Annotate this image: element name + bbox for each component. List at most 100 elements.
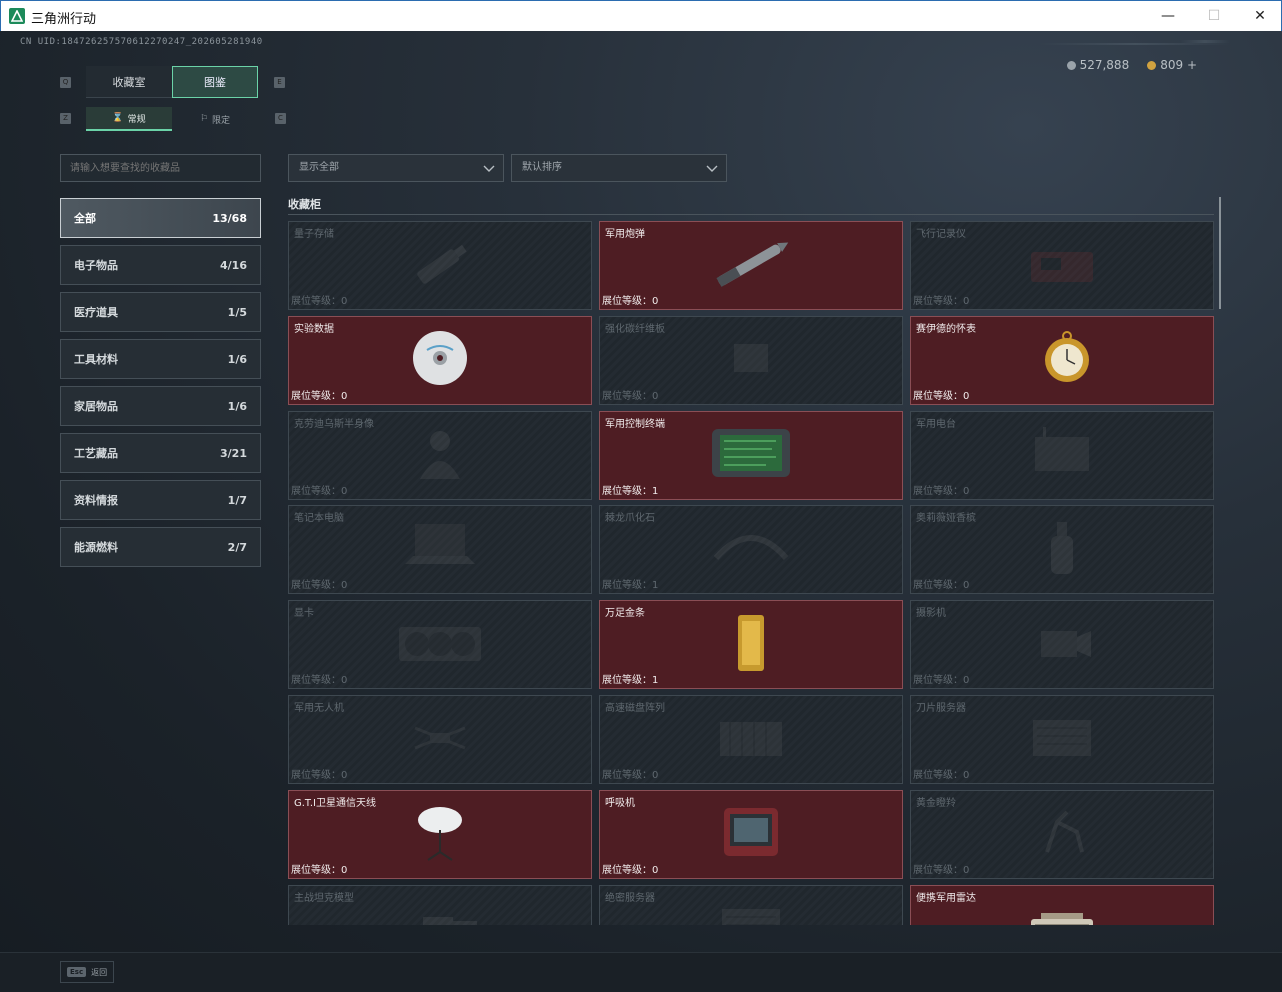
- category-item[interactable]: 工艺藏品 3/21: [60, 433, 261, 473]
- collection-card[interactable]: 呼吸机展位等级：0: [599, 789, 903, 879]
- level-prefix: 展位等级：: [291, 864, 341, 876]
- close-button[interactable]: ✕: [1237, 1, 1282, 31]
- disc-icon: [395, 328, 485, 392]
- disk-array-icon: [706, 708, 796, 772]
- item-name: G.T.I卫星通信天线: [294, 797, 376, 809]
- collection-card[interactable]: 显卡 展位等级：0: [288, 600, 592, 690]
- collection-card[interactable]: 万足金条 展位等级：1: [599, 600, 903, 690]
- item-level: 展位等级：0: [602, 861, 658, 876]
- key-hint-e: E: [274, 77, 285, 88]
- level-value: 0: [963, 390, 970, 402]
- item-name: 量子存储: [294, 229, 334, 240]
- category-count: 1/7: [227, 493, 247, 507]
- filter-dropdown-value: 显示全部: [299, 162, 339, 173]
- gold-bar-icon: [706, 613, 796, 677]
- collection-card[interactable]: 量子存储展位等级：0: [288, 221, 592, 310]
- pocket-watch-icon: [1017, 328, 1107, 392]
- bust-icon: [395, 423, 485, 487]
- collection-card[interactable]: 军用炮弹 展位等级：0: [599, 221, 903, 310]
- category-item[interactable]: 家居物品 1/6: [60, 386, 261, 426]
- item-level: 展位等级：0: [913, 292, 969, 307]
- category-item[interactable]: 工具材料 1/6: [60, 339, 261, 379]
- scrollbar[interactable]: [1219, 197, 1221, 309]
- collection-card[interactable]: 奥莉薇娅香槟 展位等级：0: [910, 505, 1214, 595]
- section-title: 收藏柜: [288, 198, 321, 211]
- level-prefix: 展位等级：: [913, 675, 963, 687]
- level-value: 1: [652, 580, 659, 592]
- collection-card[interactable]: G.T.I卫星通信天线 展位等级：0: [288, 789, 592, 879]
- tab-collection-room[interactable]: 收藏室: [86, 66, 172, 98]
- collection-card[interactable]: 刀片服务器 展位等级：0: [910, 695, 1214, 784]
- item-name: 呼吸机: [605, 797, 635, 809]
- category-label: 工艺藏品: [74, 447, 118, 460]
- gold-coin-icon: [1147, 61, 1157, 70]
- category-label: 电子物品: [74, 259, 118, 272]
- collection-card[interactable]: 实验数据 展位等级：0: [288, 315, 592, 405]
- item-name: 军用控制终端: [605, 418, 665, 430]
- collection-card[interactable]: 主战坦克模型展位等级：0: [288, 884, 592, 925]
- sort-dropdown[interactable]: 默认排序: [511, 154, 727, 182]
- key-hint-c: C: [275, 113, 286, 124]
- collection-card[interactable]: 军用电台 展位等级：0: [910, 410, 1214, 500]
- collection-card[interactable]: 笔记本电脑 展位等级：0: [288, 505, 592, 595]
- category-count: 4/16: [220, 258, 247, 272]
- category-count: 3/21: [220, 446, 247, 460]
- plate-icon: [706, 328, 796, 392]
- back-button[interactable]: Esc 返回: [60, 961, 114, 983]
- collection-card[interactable]: 飞行记录仪 展位等级：0: [910, 221, 1214, 310]
- maximize-button[interactable]: ☐: [1191, 1, 1237, 31]
- terminal-icon: [706, 423, 796, 487]
- level-value: 0: [341, 390, 348, 402]
- collection-card[interactable]: 便携军用雷达展位等级：0: [910, 884, 1214, 925]
- silver-amount: 527,888: [1079, 58, 1130, 72]
- category-item[interactable]: 电子物品 4/16: [60, 245, 261, 285]
- level-prefix: 展位等级：: [291, 296, 341, 307]
- collection-card[interactable]: 绝密服务器展位等级：0: [599, 884, 903, 925]
- item-level: 展位等级：0: [291, 482, 347, 497]
- collection-card[interactable]: 军用控制终端 展位等级：1: [599, 410, 903, 500]
- collection-card[interactable]: 军用无人机 展位等级：0: [288, 695, 592, 784]
- category-item[interactable]: 资料情报 1/7: [60, 480, 261, 520]
- level-value: 0: [341, 770, 348, 781]
- level-prefix: 展位等级：: [602, 770, 652, 781]
- item-level: 展位等级：0: [913, 387, 969, 402]
- minimize-button[interactable]: —: [1145, 1, 1191, 31]
- item-level: 展位等级：0: [291, 387, 347, 402]
- gazelle-icon: [1017, 802, 1107, 866]
- category-item[interactable]: 医疗道具 1/5: [60, 292, 261, 332]
- item-level: 展位等级：0: [291, 292, 347, 307]
- collection-card[interactable]: 棘龙爪化石 展位等级：1: [599, 505, 903, 595]
- item-name: 绝密服务器: [605, 892, 655, 904]
- category-item[interactable]: 全部 13/68: [60, 198, 261, 238]
- category-label: 工具材料: [74, 353, 118, 366]
- gold-amount: 809: [1160, 58, 1184, 72]
- filter-dropdown[interactable]: 显示全部: [288, 154, 504, 182]
- collection-card[interactable]: 克劳迪乌斯半身像 展位等级：0: [288, 410, 592, 500]
- collection-card[interactable]: 强化碳纤维板 展位等级：0: [599, 315, 903, 405]
- collection-card[interactable]: 高速磁盘阵列 展位等级：0: [599, 695, 903, 784]
- item-level: 展位等级：0: [913, 861, 969, 876]
- tab-catalog[interactable]: 图鉴: [172, 66, 258, 98]
- category-count: 1/6: [227, 352, 247, 366]
- subtab-regular[interactable]: ⌛ 常规: [86, 107, 172, 131]
- subtab-limited[interactable]: ⚐ 限定: [172, 107, 258, 131]
- add-currency-button[interactable]: +: [1187, 58, 1197, 72]
- level-value: 0: [963, 296, 970, 307]
- item-name: 赛伊德的怀表: [916, 323, 976, 335]
- collection-card[interactable]: 摄影机 展位等级：0: [910, 600, 1214, 690]
- item-level: 展位等级：0: [291, 576, 347, 591]
- level-prefix: 展位等级：: [913, 485, 963, 497]
- item-name: 军用炮弹: [605, 229, 645, 240]
- level-value: 0: [341, 675, 348, 687]
- category-item[interactable]: 能源燃料 2/7: [60, 527, 261, 567]
- server-icon: [1017, 708, 1107, 772]
- search-input[interactable]: [60, 154, 261, 182]
- sort-dropdown-value: 默认排序: [522, 162, 562, 173]
- laptop-icon: [395, 518, 485, 582]
- subtab-regular-label: 常规: [127, 114, 146, 125]
- gold-balance: 809 +: [1147, 58, 1197, 72]
- level-value: 0: [341, 296, 348, 307]
- level-value: 0: [341, 485, 348, 497]
- collection-card[interactable]: 黄金瞪羚 展位等级：0: [910, 789, 1214, 879]
- collection-card[interactable]: 赛伊德的怀表 展位等级：0: [910, 315, 1214, 405]
